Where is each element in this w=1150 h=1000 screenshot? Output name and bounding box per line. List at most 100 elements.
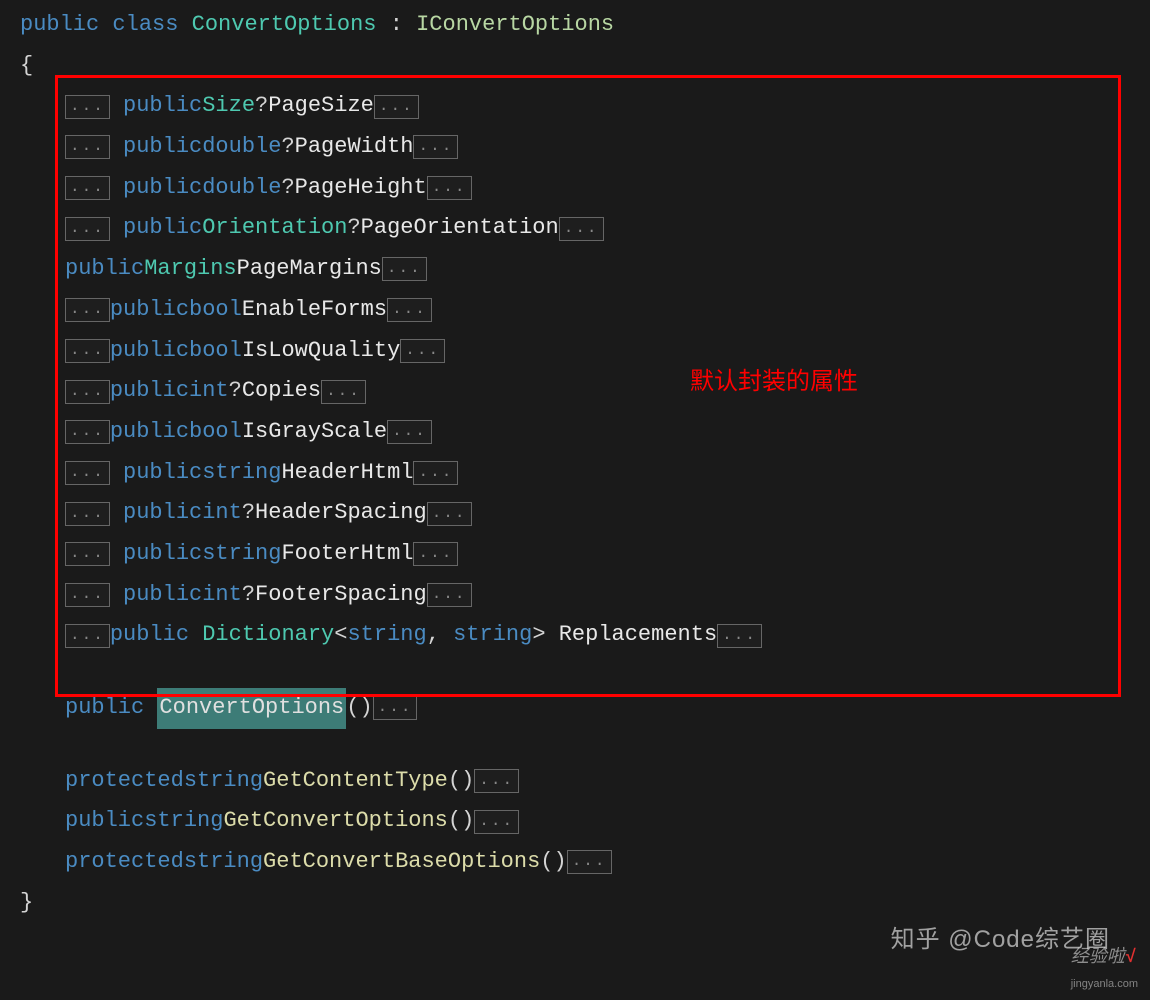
keyword-access: public	[123, 127, 202, 168]
type-name: Size	[202, 86, 255, 127]
type-name: string	[202, 453, 281, 494]
return-type: string	[144, 801, 223, 842]
keyword-access: public	[123, 168, 202, 209]
fold-icon[interactable]: ...	[65, 339, 110, 363]
keyword-access: public	[110, 412, 189, 453]
property-line: ... public double? PageHeight...	[20, 168, 1130, 209]
fold-icon[interactable]: ...	[717, 624, 762, 648]
fold-icon[interactable]: ...	[387, 298, 432, 322]
interface-name: IConvertOptions	[416, 5, 614, 46]
fold-icon[interactable]: ...	[65, 380, 110, 404]
fold-icon[interactable]: ...	[373, 696, 418, 720]
dictionary-property-line: ... public Dictionary<string, string> Re…	[20, 615, 1130, 656]
type-name: bool	[189, 331, 242, 372]
property-line: public Margins PageMargins...	[20, 249, 1130, 290]
type-name: double	[202, 168, 281, 209]
fold-icon[interactable]: ...	[65, 502, 110, 526]
property-line: ... public Size? PageSize...	[20, 86, 1130, 127]
watermark-jingyanla: 经验啦√ jingyanla.com	[1071, 940, 1138, 994]
fold-icon[interactable]: ...	[65, 542, 110, 566]
fold-icon[interactable]: ...	[65, 583, 110, 607]
keyword-access: public	[123, 453, 202, 494]
method-name: GetConvertBaseOptions	[263, 842, 540, 883]
class-declaration-line: public class ConvertOptions : IConvertOp…	[20, 5, 1130, 46]
property-name: PageMargins	[237, 249, 382, 290]
property-name: Replacements	[559, 615, 717, 656]
fold-icon[interactable]: ...	[400, 339, 445, 363]
type-name: string	[202, 534, 281, 575]
property-name: FooterSpacing	[255, 575, 427, 616]
property-line: ...public bool EnableForms...	[20, 290, 1130, 331]
type-dictionary: Dictionary	[202, 615, 334, 656]
fold-icon[interactable]: ...	[65, 176, 110, 200]
return-type: string	[184, 842, 263, 883]
constructor-line: public ConvertOptions() ...	[20, 688, 1130, 729]
type-name: bool	[189, 412, 242, 453]
property-line: ... public double? PageWidth...	[20, 127, 1130, 168]
fold-icon[interactable]: ...	[65, 298, 110, 322]
methods-block: protected string GetContentType()...publ…	[20, 761, 1130, 883]
keyword-access: public	[123, 86, 202, 127]
property-name: PageHeight	[295, 168, 427, 209]
property-line: ... public int? FooterSpacing...	[20, 575, 1130, 616]
annotation-label: 默认封装的属性	[690, 360, 858, 404]
type-name: int	[189, 371, 229, 412]
type-name: double	[202, 127, 281, 168]
fold-icon[interactable]: ...	[413, 135, 458, 159]
keyword-access: protected	[65, 842, 184, 883]
fold-icon[interactable]: ...	[65, 461, 110, 485]
method-line: protected string GetConvertBaseOptions()…	[20, 842, 1130, 883]
keyword-class: class	[112, 5, 178, 46]
keyword-access: public	[123, 493, 202, 534]
fold-icon[interactable]: ...	[413, 542, 458, 566]
keyword-access: public	[65, 801, 144, 842]
keyword-public: public	[65, 688, 144, 729]
fold-icon[interactable]: ...	[387, 420, 432, 444]
fold-icon[interactable]: ...	[65, 95, 110, 119]
keyword-access: public	[110, 290, 189, 331]
fold-icon[interactable]: ...	[427, 176, 472, 200]
method-line: public string GetConvertOptions()...	[20, 801, 1130, 842]
method-name: GetConvertOptions	[223, 801, 447, 842]
property-name: EnableForms	[242, 290, 387, 331]
constructor-name: ConvertOptions	[157, 688, 346, 729]
keyword-access: protected	[65, 761, 184, 802]
keyword-access: public	[110, 331, 189, 372]
fold-icon[interactable]: ...	[65, 420, 110, 444]
fold-icon[interactable]: ...	[567, 850, 612, 874]
fold-icon[interactable]: ...	[382, 257, 427, 281]
fold-icon[interactable]: ...	[474, 810, 519, 834]
fold-icon[interactable]: ...	[559, 217, 604, 241]
return-type: string	[184, 761, 263, 802]
fold-icon[interactable]: ...	[474, 769, 519, 793]
brace-open: {	[20, 46, 1130, 87]
fold-icon[interactable]: ...	[65, 624, 110, 648]
fold-icon[interactable]: ...	[427, 502, 472, 526]
fold-icon[interactable]: ...	[321, 380, 366, 404]
property-name: IsGrayScale	[242, 412, 387, 453]
property-name: PageSize	[268, 86, 374, 127]
fold-icon[interactable]: ...	[65, 135, 110, 159]
property-line: ... public string FooterHtml...	[20, 534, 1130, 575]
type-name: int	[202, 575, 242, 616]
method-line: protected string GetContentType()...	[20, 761, 1130, 802]
property-name: HeaderHtml	[281, 453, 413, 494]
keyword-access: public	[123, 208, 202, 249]
fold-icon[interactable]: ...	[427, 583, 472, 607]
keyword-public: public	[20, 5, 99, 46]
keyword-public: public	[110, 615, 189, 656]
keyword-access: public	[123, 534, 202, 575]
keyword-access: public	[110, 371, 189, 412]
keyword-access: public	[65, 249, 144, 290]
type-name: Margins	[144, 249, 236, 290]
type-name: Orientation	[202, 208, 347, 249]
property-name: Copies	[242, 371, 321, 412]
fold-icon[interactable]: ...	[413, 461, 458, 485]
type-name: bool	[189, 290, 242, 331]
property-line: ...public bool IsLowQuality...	[20, 331, 1130, 372]
property-line: ... public string HeaderHtml...	[20, 453, 1130, 494]
property-name: HeaderSpacing	[255, 493, 427, 534]
type-name: int	[202, 493, 242, 534]
fold-icon[interactable]: ...	[65, 217, 110, 241]
fold-icon[interactable]: ...	[374, 95, 419, 119]
